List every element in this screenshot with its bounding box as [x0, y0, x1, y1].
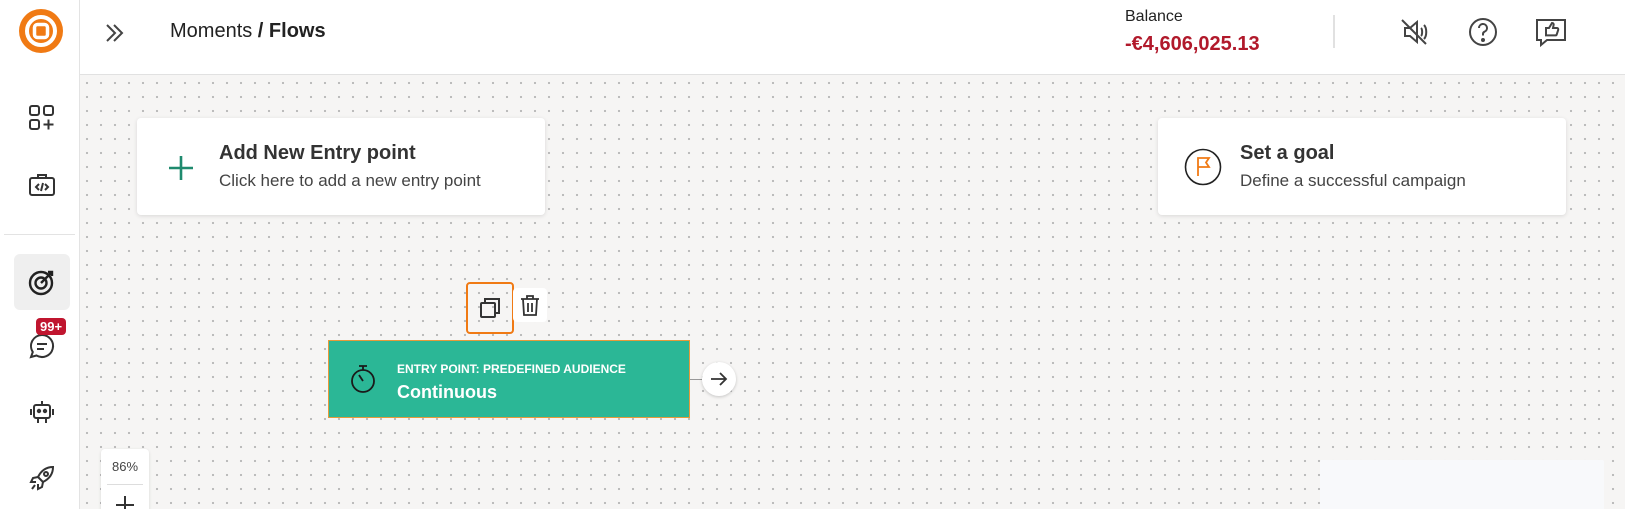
- app-logo-icon[interactable]: [18, 8, 64, 54]
- trash-icon: [521, 295, 539, 316]
- duplicate-icon: [480, 298, 500, 318]
- goal-flag-icon: [1184, 148, 1222, 186]
- rail-bots-button[interactable]: [14, 384, 70, 440]
- add-apps-icon: [29, 105, 54, 130]
- stopwatch-icon: [351, 365, 375, 393]
- plus-icon: [169, 156, 193, 180]
- robot-icon: [30, 401, 54, 423]
- add-entry-title: Add New Entry point: [219, 142, 416, 164]
- breadcrumb-separator: /: [252, 20, 269, 42]
- zoom-control: 86%: [101, 449, 149, 509]
- rail-divider: [4, 234, 75, 235]
- expand-sidebar-icon[interactable]: [100, 18, 130, 48]
- goal-subtitle: Define a successful campaign: [1240, 171, 1466, 190]
- rail-campaigns-button[interactable]: [14, 450, 70, 506]
- delete-node-button[interactable]: [513, 288, 547, 322]
- left-rail: 99+: [0, 0, 80, 509]
- arrow-right-icon: [711, 372, 728, 386]
- target-icon: [28, 270, 54, 296]
- chat-bubble-icon: [29, 333, 54, 359]
- node-connector: [690, 379, 702, 380]
- entry-point-value: Continuous: [397, 382, 497, 402]
- feedback-icon[interactable]: [1533, 14, 1569, 50]
- goal-title: Set a goal: [1240, 142, 1335, 164]
- breadcrumb: Moments / Flows: [170, 20, 326, 43]
- balance-label: Balance: [1125, 8, 1183, 25]
- sound-muted-icon[interactable]: [1397, 14, 1433, 50]
- add-next-step-button[interactable]: [702, 362, 736, 396]
- add-entry-subtitle: Click here to add a new entry point: [219, 171, 481, 190]
- zoom-level: 86%: [111, 459, 139, 474]
- rail-apps-button[interactable]: [14, 90, 70, 146]
- add-entry-point-card[interactable]: Add New Entry point Click here to add a …: [137, 118, 545, 215]
- duplicate-node-button[interactable]: [466, 282, 514, 334]
- code-briefcase-icon: [29, 174, 55, 196]
- rocket-icon: [29, 465, 55, 491]
- breadcrumb-current: Flows: [268, 20, 326, 42]
- rail-moments-button[interactable]: [14, 254, 70, 310]
- set-goal-card[interactable]: Set a goal Define a successful campaign: [1158, 118, 1566, 215]
- top-header: Moments / Flows Balance -€4,606,025.13: [80, 0, 1625, 75]
- header-divider: [1333, 15, 1335, 48]
- zoom-in-icon[interactable]: [113, 493, 137, 509]
- balance-value: -€4,606,025.13: [1125, 33, 1260, 55]
- entry-point-label: ENTRY POINT: PREDEFINED AUDIENCE: [397, 362, 626, 376]
- zoom-divider: [107, 484, 143, 485]
- breadcrumb-parent[interactable]: Moments: [170, 20, 252, 42]
- flow-canvas[interactable]: Add New Entry point Click here to add a …: [80, 76, 1625, 509]
- help-icon[interactable]: [1465, 14, 1501, 50]
- entry-point-node[interactable]: ENTRY POINT: PREDEFINED AUDIENCE Continu…: [328, 340, 690, 418]
- rail-developer-button[interactable]: [14, 157, 70, 213]
- notification-badge: 99+: [36, 318, 67, 335]
- minimap-panel: [1320, 460, 1604, 509]
